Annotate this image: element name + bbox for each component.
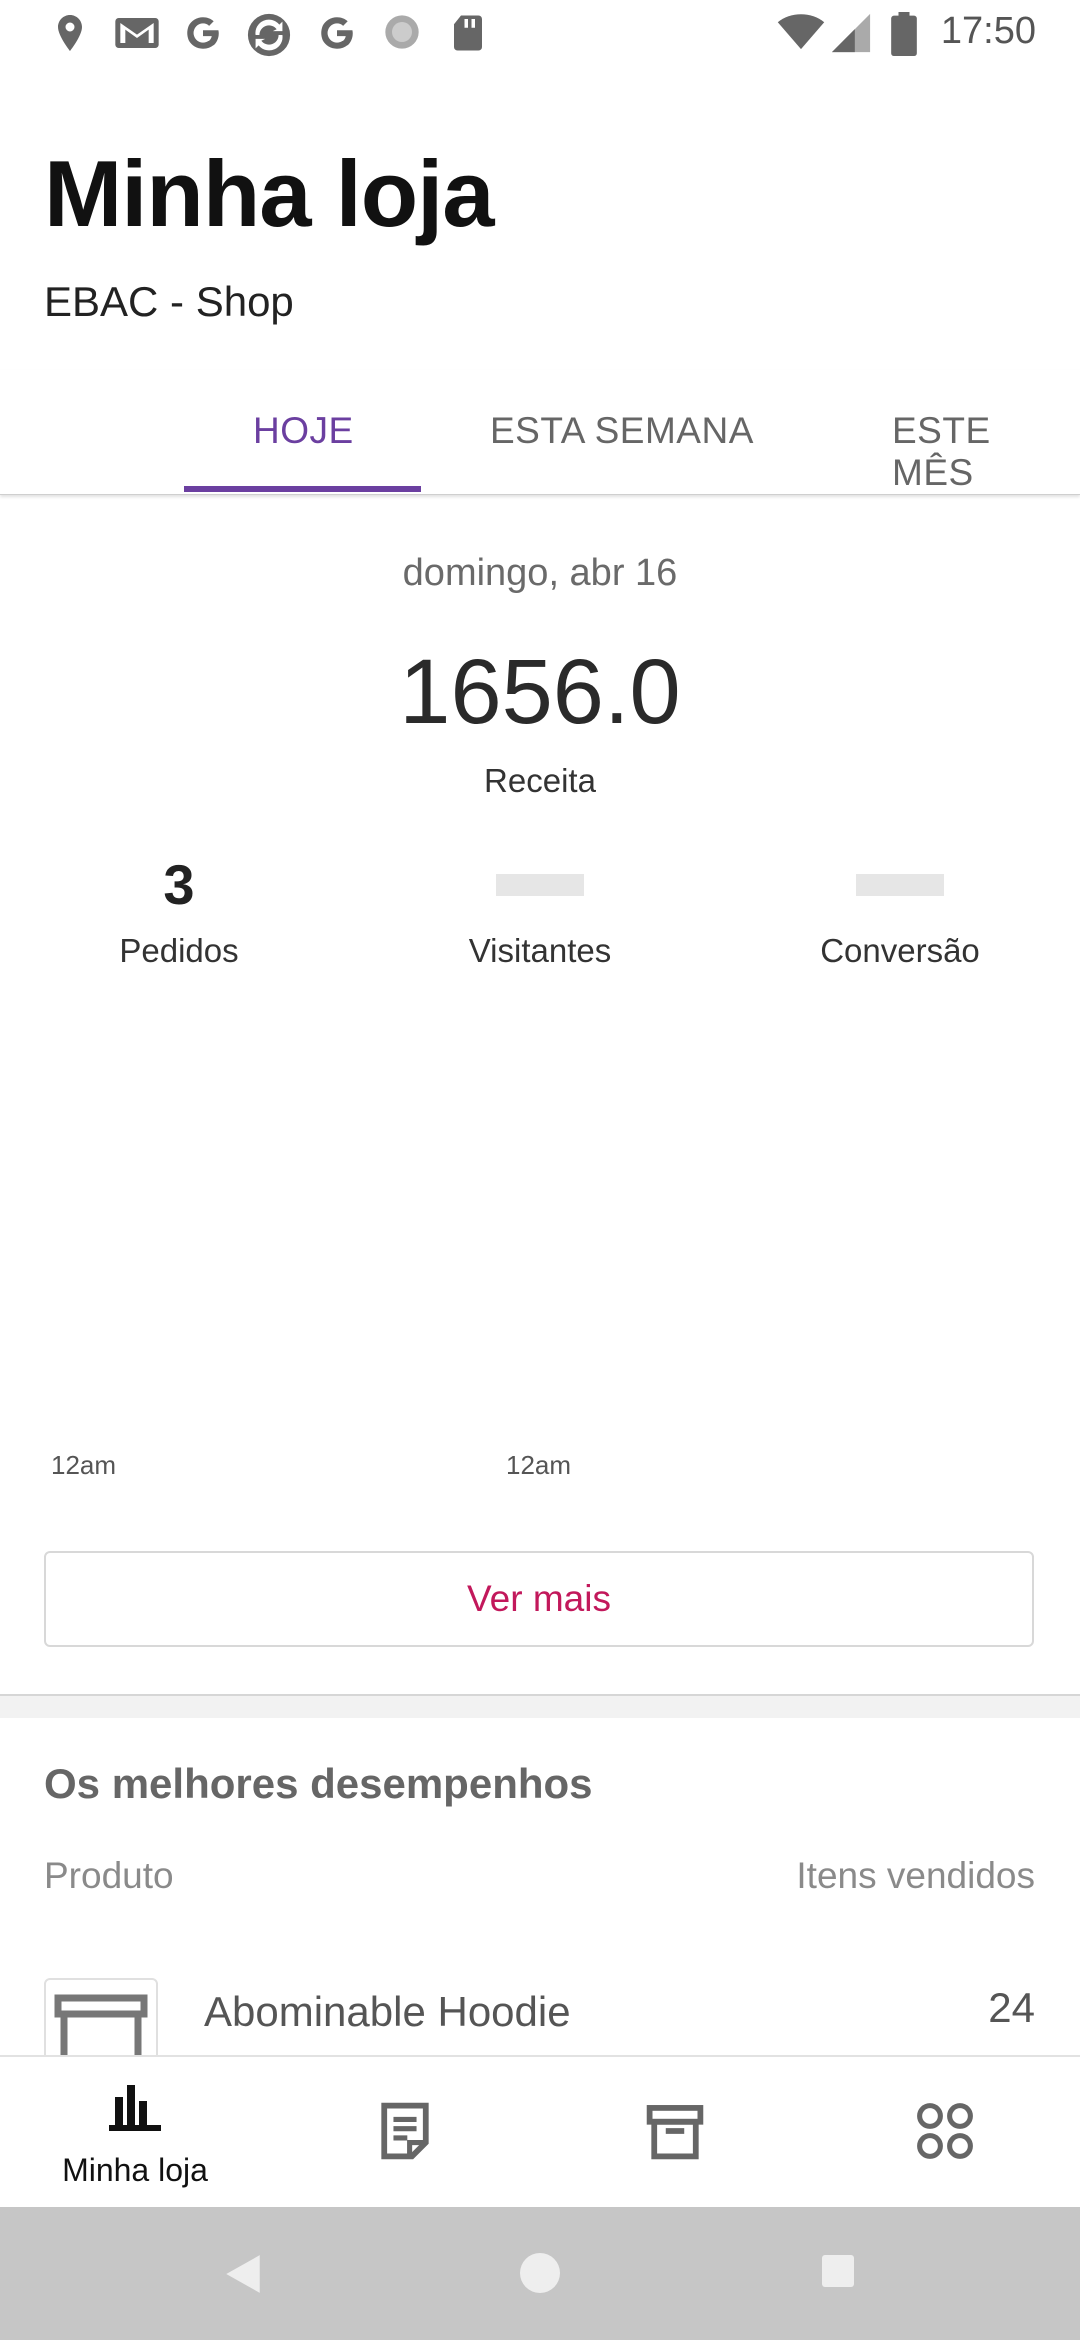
orders-value: 3 — [163, 853, 195, 916]
chart-x-tick: 12am — [506, 1450, 572, 1480]
stat-orders: 3 Pedidos — [29, 850, 329, 970]
sd-card-icon — [454, 15, 482, 51]
tab-this-month[interactable]: ESTE MÊS — [892, 410, 1080, 494]
gmail-icon — [115, 18, 159, 48]
nav-orders[interactable] — [270, 2057, 540, 2209]
archive-icon — [54, 1994, 148, 2056]
bar-chart-icon — [109, 2085, 161, 2131]
product-name: Abominable Hoodie — [204, 1988, 571, 2035]
wifi-icon — [777, 14, 825, 50]
signal-icon — [831, 13, 871, 53]
nav-my-store[interactable]: Minha loja — [0, 2057, 270, 2209]
conversion-label: Conversão — [820, 932, 980, 969]
product-thumbnail — [44, 1978, 158, 2056]
product-items-sold: 24 — [988, 1984, 1035, 2031]
tab-today[interactable]: HOJE — [253, 410, 354, 452]
archive-icon — [646, 2105, 704, 2160]
battery-icon — [891, 12, 917, 56]
sync-icon — [247, 13, 291, 57]
orders-label: Pedidos — [119, 932, 239, 969]
bottom-navigation: Minha loja — [0, 2055, 1080, 2209]
status-bar: 17:50 — [0, 0, 1080, 66]
column-header-product: Produto — [44, 1855, 174, 1896]
location-icon — [58, 15, 82, 51]
google-icon — [321, 17, 353, 49]
page-title: Minha loja — [44, 141, 495, 246]
nav-more[interactable] — [810, 2057, 1080, 2209]
column-header-items-sold: Itens vendidos — [796, 1855, 1035, 1896]
google-icon — [187, 17, 219, 49]
home-icon[interactable] — [518, 2251, 562, 2295]
stat-conversion: Conversão — [750, 850, 1050, 970]
nav-products[interactable] — [540, 2057, 810, 2209]
period-tabs: HOJE ESTA SEMANA ESTE MÊS — [0, 370, 1080, 495]
recents-icon[interactable] — [818, 2251, 858, 2291]
stat-visitors: Visitantes — [390, 850, 690, 970]
system-navigation-bar — [0, 2207, 1080, 2340]
revenue-value: 1656.0 — [399, 641, 681, 743]
back-icon[interactable] — [222, 2251, 264, 2297]
nav-my-store-label: Minha loja — [62, 2152, 208, 2188]
visitors-value-placeholder — [496, 874, 584, 896]
visitors-label: Visitantes — [468, 932, 612, 969]
apps-grid-icon — [917, 2103, 973, 2159]
top-performers-title: Os melhores desempenhos — [44, 1760, 593, 1807]
date-label: domingo, abr 16 — [402, 552, 678, 594]
section-divider — [0, 1694, 1080, 1718]
tab-selected-indicator — [184, 486, 421, 492]
conversion-value-placeholder — [856, 874, 944, 896]
chart-x-tick: 12am — [51, 1450, 117, 1480]
revenue-label: Receita — [484, 762, 596, 799]
status-time: 17:50 — [940, 10, 1036, 52]
list-item[interactable]: Abominable Hoodie 24 — [0, 1978, 1080, 2056]
see-more-button[interactable]: Ver mais — [44, 1551, 1034, 1647]
tab-this-week[interactable]: ESTA SEMANA — [490, 410, 754, 452]
store-name: EBAC - Shop — [44, 278, 294, 325]
orders-icon — [381, 2102, 429, 2160]
loading-icon — [385, 15, 419, 49]
